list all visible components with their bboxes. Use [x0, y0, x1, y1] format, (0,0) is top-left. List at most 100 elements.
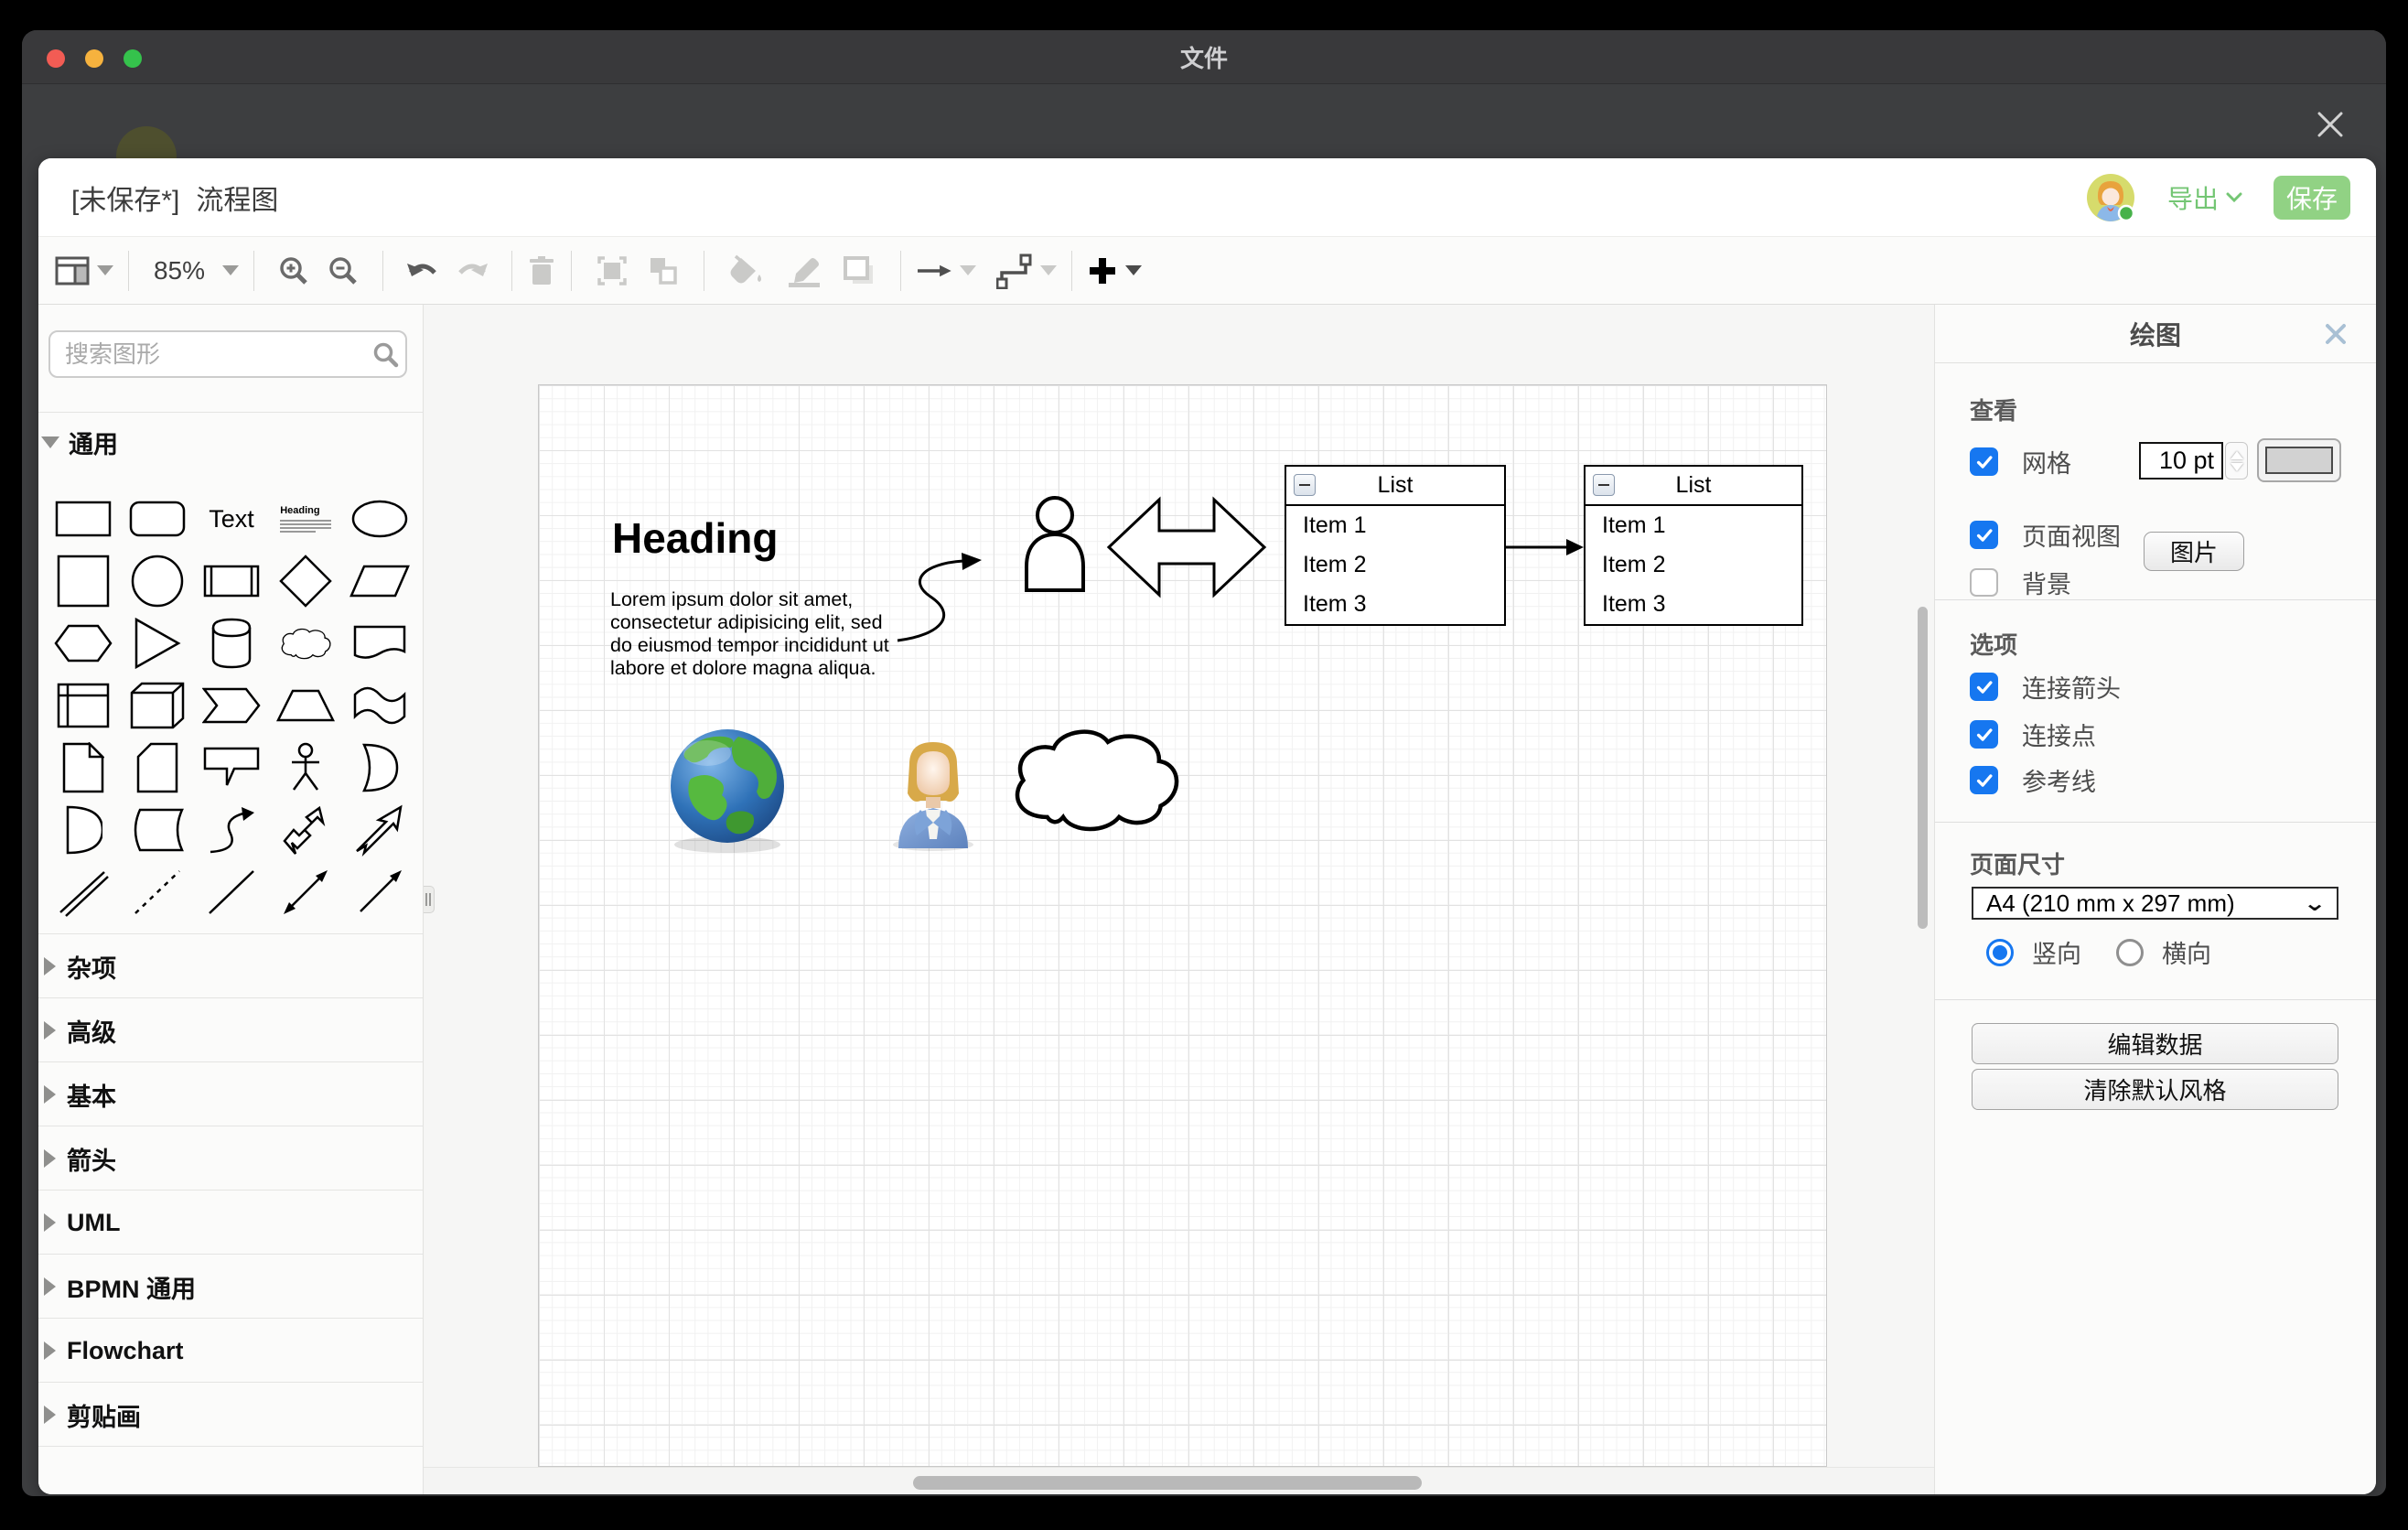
diagram-cloud-shape[interactable]	[1007, 720, 1183, 837]
shape-or[interactable]	[343, 737, 417, 799]
sidebar-section-general[interactable]: 通用	[38, 413, 423, 471]
shape-cube[interactable]	[120, 674, 194, 737]
shape-bidirectional-connector[interactable]	[269, 861, 343, 923]
shape-internal-storage[interactable]	[46, 674, 120, 737]
shape-diamond[interactable]	[269, 550, 343, 612]
list-item[interactable]: Item 2	[1586, 545, 1801, 585]
shape-link[interactable]	[46, 861, 120, 923]
shape-square[interactable]	[46, 550, 120, 612]
diagram-paragraph-text[interactable]: Lorem ipsum dolor sit amet, consectetur …	[610, 588, 889, 680]
diagram-businesswoman-clipart[interactable]	[889, 740, 977, 852]
to-back-button[interactable]	[647, 254, 680, 287]
export-button[interactable]: 导出	[2167, 179, 2242, 216]
diagram-globe-clipart[interactable]	[667, 726, 791, 856]
shape-cylinder[interactable]	[194, 612, 268, 674]
grid-color-button[interactable]	[2257, 438, 2341, 482]
insert-caret-icon[interactable]	[1125, 265, 1142, 275]
connection-points-checkbox[interactable]	[1970, 720, 1998, 749]
sidebar-section-misc[interactable]: 杂项	[38, 934, 423, 998]
waypoints-button[interactable]	[996, 253, 1033, 289]
shape-and[interactable]	[46, 799, 120, 861]
collapse-icon[interactable]	[1593, 474, 1615, 496]
sidebar-section-bpmn[interactable]: BPMN 通用	[38, 1255, 423, 1319]
background-checkbox[interactable]	[1970, 568, 1998, 597]
vertical-scrollbar-thumb[interactable]	[1918, 607, 1928, 929]
list-1-header[interactable]: List	[1286, 467, 1504, 506]
sidebar-section-arrows[interactable]: 箭头	[38, 1126, 423, 1191]
page-size-select[interactable]: A4 (210 mm x 297 mm) ⌄	[1972, 887, 2338, 920]
search-input[interactable]	[50, 340, 371, 369]
shape-rounded-rectangle[interactable]	[120, 488, 194, 550]
shape-trapezoid[interactable]	[269, 674, 343, 737]
view-layout-caret-icon[interactable]	[97, 265, 113, 275]
close-icon[interactable]	[2314, 108, 2347, 141]
fill-color-button[interactable]	[728, 254, 767, 287]
zoom-level-display[interactable]: 85%	[144, 256, 215, 286]
line-color-button[interactable]	[785, 253, 823, 288]
shape-card[interactable]	[120, 737, 194, 799]
shape-ellipse[interactable]	[343, 488, 417, 550]
collapse-icon[interactable]	[1294, 474, 1316, 496]
shape-process[interactable]	[194, 550, 268, 612]
shape-tape[interactable]	[343, 674, 417, 737]
shape-directional-connector[interactable]	[343, 861, 417, 923]
undo-button[interactable]	[405, 258, 440, 284]
drawing-canvas[interactable]: Heading Lorem ipsum dolor sit amet, cons…	[424, 305, 1934, 1494]
diagram-connector-arrow[interactable]	[1506, 533, 1585, 561]
connection-arrows-checkbox[interactable]	[1970, 673, 1998, 701]
shape-callout[interactable]	[194, 737, 268, 799]
sidebar-section-flowchart[interactable]: Flowchart	[38, 1319, 423, 1383]
delete-button[interactable]	[527, 255, 556, 286]
panel-close-icon[interactable]	[2323, 321, 2349, 347]
waypoints-caret-icon[interactable]	[1040, 265, 1057, 275]
user-avatar[interactable]	[2085, 172, 2136, 223]
sidebar-section-uml[interactable]: UML	[38, 1191, 423, 1255]
zoom-in-button[interactable]	[278, 255, 309, 286]
diagram-double-arrow-shape[interactable]	[1106, 496, 1267, 598]
diagram-heading-text[interactable]: Heading	[612, 513, 778, 563]
shape-hexagon[interactable]	[46, 612, 120, 674]
portrait-radio[interactable]	[1986, 939, 2014, 966]
guides-checkbox[interactable]	[1970, 766, 1998, 794]
connection-style-button[interactable]	[916, 263, 952, 279]
view-layout-button[interactable]	[55, 256, 90, 286]
edit-data-button[interactable]: 编辑数据	[1972, 1023, 2338, 1064]
shape-parallelogram[interactable]	[343, 550, 417, 612]
redo-button[interactable]	[455, 258, 489, 284]
shape-data-storage[interactable]	[120, 799, 194, 861]
list-item[interactable]: Item 3	[1586, 585, 1801, 624]
to-front-button[interactable]	[596, 254, 629, 287]
shape-triangle[interactable]	[120, 612, 194, 674]
zoom-out-button[interactable]	[328, 255, 359, 286]
grid-size-input[interactable]	[2139, 442, 2223, 479]
connection-style-caret-icon[interactable]	[960, 265, 976, 275]
shape-cloud[interactable]	[269, 612, 343, 674]
grid-size-stepper[interactable]	[2225, 442, 2248, 479]
shape-curve[interactable]	[194, 799, 268, 861]
background-image-button[interactable]: 图片	[2144, 532, 2244, 571]
insert-button[interactable]	[1087, 255, 1118, 286]
shape-line[interactable]	[194, 861, 268, 923]
diagram-person-shape[interactable]	[1021, 493, 1089, 594]
list-item[interactable]: Item 2	[1286, 545, 1504, 585]
sidebar-section-clipart[interactable]: 剪贴画	[38, 1383, 423, 1447]
diagram-curve-connector[interactable]	[894, 545, 989, 648]
shape-text[interactable]: Text	[194, 488, 268, 550]
list-2-header[interactable]: List	[1586, 467, 1801, 506]
shape-circle[interactable]	[120, 550, 194, 612]
save-button[interactable]: 保存	[2274, 176, 2350, 220]
horizontal-scrollbar-track[interactable]	[424, 1467, 1934, 1494]
zoom-caret-icon[interactable]	[222, 265, 239, 275]
shadow-button[interactable]	[842, 254, 876, 287]
shape-rectangle[interactable]	[46, 488, 120, 550]
clear-default-style-button[interactable]: 清除默认风格	[1972, 1069, 2338, 1110]
page-view-checkbox[interactable]	[1970, 521, 1998, 549]
list-shape-2[interactable]: List Item 1 Item 2 Item 3	[1584, 465, 1803, 626]
grid-checkbox[interactable]	[1970, 447, 1998, 476]
shape-arrow[interactable]	[343, 799, 417, 861]
shape-bidirectional-arrow[interactable]	[269, 799, 343, 861]
sidebar-section-advanced[interactable]: 高级	[38, 998, 423, 1062]
shape-actor[interactable]	[269, 737, 343, 799]
list-item[interactable]: Item 3	[1286, 585, 1504, 624]
sidebar-resize-handle[interactable]	[424, 886, 435, 913]
